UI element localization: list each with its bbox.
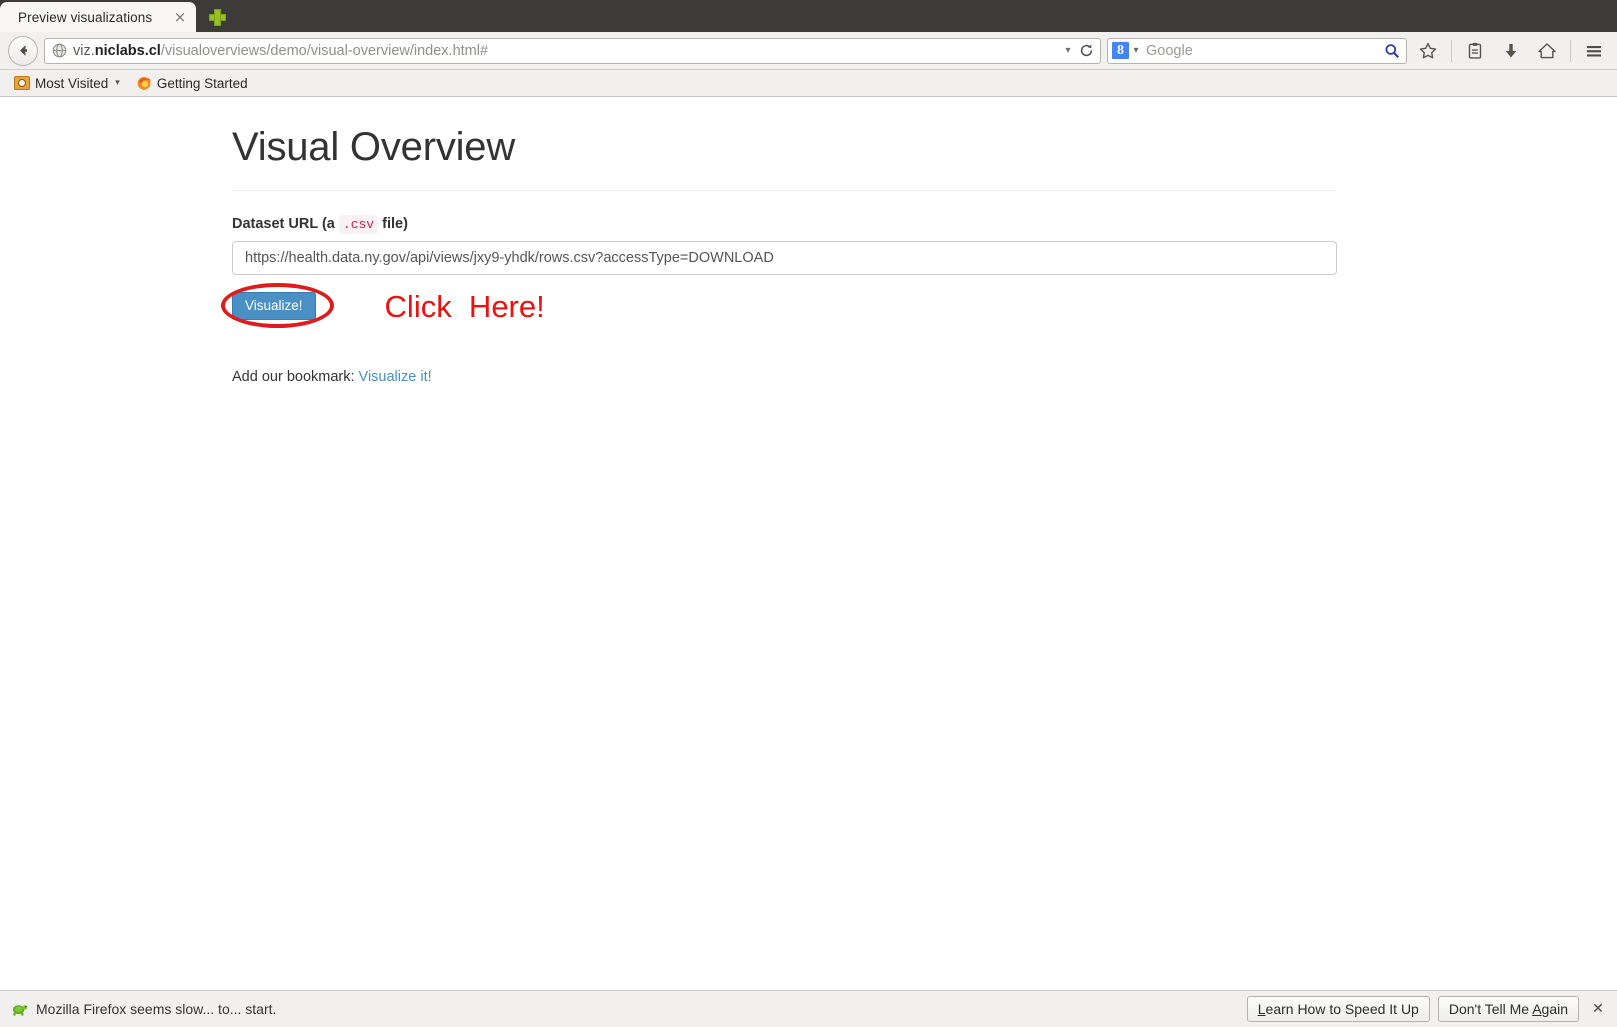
globe-icon [52,43,67,58]
magnifier-icon [1385,43,1399,58]
bookmark-prompt: Add our bookmark: Visualize it! [232,369,1337,385]
dataset-url-label: Dataset URL (a .csv file) [232,215,1337,234]
most-visited-folder-icon [14,76,30,90]
bookmark-label: Most Visited [35,75,109,91]
dont-tell-me-again-button[interactable]: Don't Tell Me Again [1437,996,1579,1022]
notification-close-icon[interactable]: ✕ [1587,998,1609,1020]
search-submit-icon[interactable] [1381,43,1403,59]
annotation-click-here-text: Click Here! [384,288,545,324]
learn-how-to-speed-it-up-button[interactable]: Learn How to Speed It Up [1246,996,1430,1022]
bookmark-item-most-visited[interactable]: Most Visited ▾ [8,74,126,93]
button-label-rest: gain [1541,1001,1568,1017]
accel-key: A [1532,1001,1542,1017]
tab-close-icon[interactable]: × [170,7,190,27]
button-label-pre: Don't Tell Me [1448,1001,1533,1017]
bookmark-star-button[interactable] [1413,36,1443,66]
reload-arrow-icon [1080,44,1092,57]
address-bar-text: viz.niclabs.cl/visualoverviews/demo/visu… [73,43,1060,59]
navigation-toolbar: viz.niclabs.cl/visualoverviews/demo/visu… [0,32,1617,70]
home-button[interactable] [1532,36,1562,66]
url-host: niclabs.cl [94,42,161,59]
google-logo-icon: 8 [1112,42,1129,59]
bookmark-item-getting-started[interactable]: Getting Started [130,73,254,93]
bookmarks-toolbar: Most Visited ▾ Getting Started [0,70,1617,97]
bookmark-prompt-text: Add our bookmark: [232,369,355,385]
label-suffix: file) [382,216,408,232]
firefox-icon [137,77,151,90]
page-content: Visual Overview Dataset URL (a .csv file… [0,97,1617,990]
search-input[interactable]: Google [1143,43,1381,59]
downloads-button[interactable] [1496,36,1526,66]
new-tab-button[interactable] [200,2,234,32]
bookmark-label: Getting Started [156,75,248,91]
back-arrow-icon [19,45,27,56]
url-path: /visualoverviews/demo/visual-overview/in… [160,42,489,59]
home-icon [1538,42,1556,58]
action-row: Visualize! Click Here! [221,283,1337,328]
title-divider [232,190,1337,191]
menu-button[interactable] [1579,36,1609,66]
back-button[interactable] [8,35,38,66]
menu-icon [1587,45,1601,56]
turtle-icon [13,1005,28,1016]
toolbar-separator [1570,39,1571,62]
reading-list-icon [1468,42,1482,59]
notification-message: Mozilla Firefox seems slow... to... star… [36,1001,277,1017]
tab-strip: Preview visualizations × [0,0,1617,32]
url-prefix: viz. [73,42,95,59]
downloads-icon [1505,43,1517,57]
browser-tab-active[interactable]: Preview visualizations × [0,2,196,32]
address-bar[interactable]: viz.niclabs.cl/visualoverviews/demo/visu… [44,37,1101,64]
tab-title: Preview visualizations [18,9,153,25]
search-bar[interactable]: 8 ▾ Google [1107,37,1407,64]
button-label-rest: earn How to Speed It Up [1265,1001,1419,1017]
page-title: Visual Overview [232,125,516,169]
csv-code-badge: .csv [338,215,379,234]
visualize-button[interactable]: Visualize! [232,291,316,321]
reload-icon[interactable] [1076,43,1096,58]
notification-bar: Mozilla Firefox seems slow... to... star… [0,990,1617,1027]
label-prefix: Dataset URL (a [232,216,335,232]
content-container: Visual Overview Dataset URL (a .csv file… [221,125,1337,385]
plus-icon [208,8,226,26]
browser-window: Preview visualizations × viz.niclabs.cl/… [0,0,1617,1027]
accel-key: L [1257,1001,1266,1017]
chevron-down-icon: ▾ [115,78,120,88]
address-bar-dropdown-icon[interactable]: ▾ [1060,45,1076,56]
bookmark-star-icon [1419,42,1437,58]
reading-list-button[interactable] [1460,36,1490,66]
visualize-it-bookmarklet-link[interactable]: Visualize it! [359,369,432,385]
search-engine-dropdown-icon[interactable]: ▾ [1129,45,1143,56]
toolbar-separator [1451,39,1452,62]
dataset-url-input[interactable] [232,241,1337,275]
